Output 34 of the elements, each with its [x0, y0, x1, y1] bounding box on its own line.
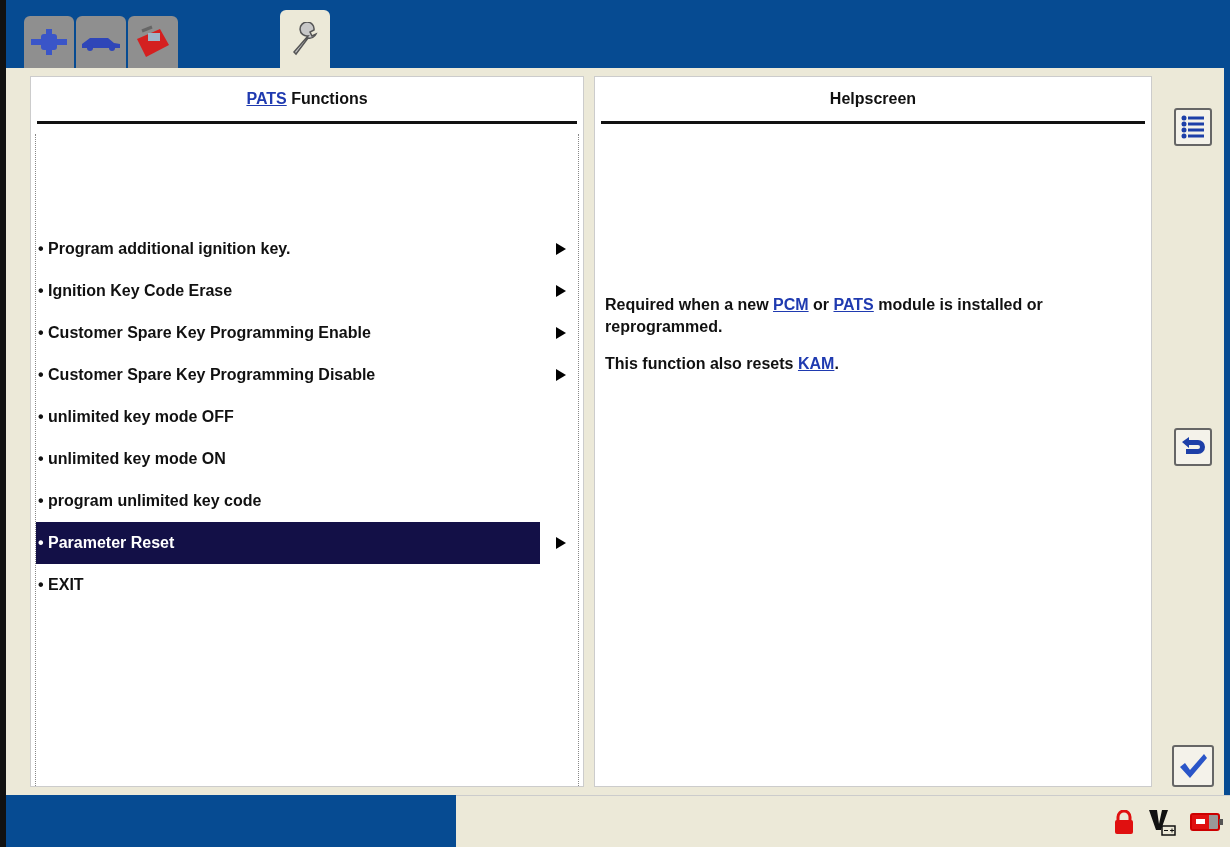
panel-title: PATS Functions	[246, 90, 368, 108]
menu-item[interactable]: • Customer Spare Key Programming Enable	[36, 312, 578, 354]
help-link[interactable]: PCM	[773, 296, 809, 313]
confirm-button[interactable]	[1172, 745, 1214, 787]
menu-item[interactable]: • EXIT	[36, 564, 578, 606]
menu-item[interactable]: • Program additional ignition key.	[36, 228, 578, 270]
submenu-arrow-icon	[556, 537, 566, 549]
list-icon	[1180, 114, 1206, 140]
back-button[interactable]	[1174, 428, 1212, 466]
pats-link[interactable]: PATS	[246, 90, 287, 107]
lock-icon	[1114, 809, 1134, 834]
help-link[interactable]: PATS	[833, 296, 874, 313]
menu-item[interactable]: • Customer Spare Key Programming Disable	[36, 354, 578, 396]
connector-icon	[29, 28, 69, 56]
submenu-arrow-icon	[556, 327, 566, 339]
tool-tab[interactable]	[76, 16, 126, 68]
help-text: This function also resets KAM.	[605, 354, 840, 375]
submenu-arrow-icon	[556, 243, 566, 255]
tool-tab[interactable]	[128, 16, 178, 68]
help-link[interactable]: KAM	[797, 355, 835, 373]
battery-icon	[1190, 811, 1224, 832]
panel-title: Helpscreen	[829, 90, 917, 108]
help-text: Required when a new PCM or PATS module is installed or reprogrammed.	[605, 295, 1044, 337]
voltage-icon	[1148, 807, 1176, 836]
menu-item[interactable]: • program unlimited key code	[36, 480, 578, 522]
checkmark-icon	[1178, 752, 1208, 780]
menu-item[interactable]: • unlimited key mode OFF	[36, 396, 578, 438]
tool-tab[interactable]	[280, 10, 330, 68]
submenu-arrow-icon	[556, 285, 566, 297]
submenu-arrow-icon	[556, 369, 566, 381]
list-button[interactable]	[1174, 108, 1212, 146]
menu-item[interactable]: • unlimited key mode ON	[36, 438, 578, 480]
toolbox-icon	[134, 25, 172, 59]
menu-item[interactable]: • Ignition Key Code Erase	[36, 270, 578, 312]
